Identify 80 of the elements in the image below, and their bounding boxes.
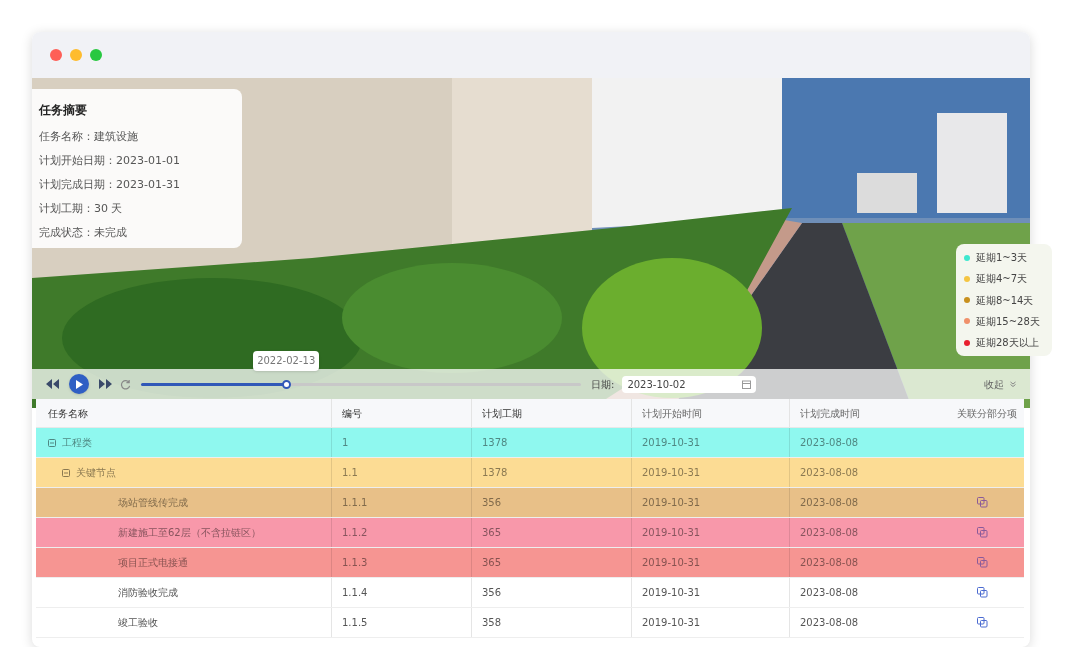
chevron-icon [1010,381,1016,387]
cell-text: 2023-08-08 [800,526,859,540]
column-header: 计划开始时间 [632,399,790,427]
cell-text: 2019-10-31 [642,496,701,510]
play-button[interactable] [69,374,89,394]
table-row[interactable]: 竣工验收 1.1.5 358 2019-10-31 2023-08-08 [36,608,1024,638]
link-icon[interactable] [976,617,988,628]
cell-text: 365 [482,526,502,540]
link-icon[interactable] [976,497,988,508]
collapse-icon[interactable] [48,438,56,447]
cell-text: 关键节点 [76,466,116,480]
summary-line: 计划工期：30 天 [39,201,124,217]
cell-text: 2019-10-31 [642,616,701,630]
cell-text: 2019-10-31 [642,436,701,450]
table-row[interactable]: 场站管线传完成 1.1.1 356 2019-10-31 2023-08-08 [36,488,1024,518]
column-header: 计划工期 [472,399,632,427]
cell-text: 1.1.1 [342,496,368,510]
summary-line: 计划开始日期：2023-01-01 [39,153,181,169]
cell-text: 1378 [482,436,508,450]
column-header: 关联分部分项 [956,406,1018,421]
cell-text: 场站管线传完成 [118,496,188,510]
cell-text: 2023-08-08 [800,466,859,480]
legend-label: 延期4~7天 [976,272,1028,287]
date-field[interactable]: 2023-10-02 [622,375,757,393]
legend-label: 延期8~14天 [976,293,1034,308]
table-row[interactable]: 消防验收完成 1.1.4 356 2019-10-31 2023-08-08 [36,578,1024,608]
rewind-icon[interactable] [46,379,59,389]
cell-text: 356 [482,586,502,600]
fast-forward-icon[interactable] [99,379,112,389]
cell-text: 2019-10-31 [642,526,701,540]
date-label: 日期: [591,377,615,392]
date-tooltip: 2022-02-13 [253,350,320,371]
legend-label: 延期1~3天 [976,251,1028,265]
table-row[interactable]: 新建施工至62层（不含拉链区） 1.1.2 365 2019-10-31 2023-08-08 [36,518,1024,548]
summary-title: 任务摘要 [39,102,88,119]
cell-text: 1378 [482,466,508,480]
table-row[interactable]: 关键节点 1.1 1378 2019-10-31 2023-08-08 [36,458,1024,488]
cell-text: 2023-08-08 [800,586,859,600]
column-header: 任务名称 [36,399,332,427]
cell-text: 1.1 [342,466,358,480]
cell-text: 1.1.4 [342,586,368,600]
summary-line: 任务名称：建筑设施 [39,129,139,145]
legend-label: 延期15~28天 [976,314,1040,329]
table-row[interactable]: 工程类 1 1378 2019-10-31 2023-08-08 [36,428,1024,458]
cell-text: 2023-08-08 [800,616,859,630]
cell-text: 1.1.5 [342,616,368,630]
cell-text: 1 [342,436,349,450]
calendar-icon [742,379,752,389]
refresh-icon[interactable] [120,378,131,390]
cell-text: 1.1.3 [342,556,368,570]
cell-text: 竣工验收 [118,616,158,630]
timeline-handle[interactable] [282,379,292,389]
column-header: 编号 [332,399,472,427]
cell-text: 356 [482,496,502,510]
play-icon [75,379,83,389]
cell-text: 2019-10-31 [642,556,701,570]
cell-text: 2023-08-08 [800,556,859,570]
cell-text: 358 [482,616,502,630]
cell-text: 新建施工至62层（不含拉链区） [118,526,261,540]
cell-text: 2019-10-31 [642,466,701,480]
collapse-icon[interactable] [62,468,70,477]
link-icon[interactable] [976,557,988,568]
collapse-button[interactable]: 收起 [984,376,1016,392]
link-icon[interactable] [976,527,988,538]
cell-text: 365 [482,556,502,570]
maximize-button[interactable] [90,49,102,61]
cell-text: 2019-10-31 [642,586,701,600]
cell-text: 2023-08-08 [800,496,859,510]
link-icon[interactable] [976,587,988,598]
cell-text: 项目正式电接通 [118,556,188,570]
cell-text: 消防验收完成 [118,586,178,600]
summary-line: 计划完成日期：2023-01-31 [39,177,181,193]
table-row[interactable]: 项目正式电接通 1.1.3 365 2019-10-31 2023-08-08 [36,548,1024,578]
column-header: 计划完成时间 [799,406,861,421]
close-button[interactable] [50,49,62,61]
cell-text: 工程类 [62,436,92,450]
legend-label: 延期28天以上 [976,336,1039,350]
cell-text: 2023-08-08 [800,436,859,450]
cell-text: 1.1.2 [342,526,368,540]
summary-line: 完成状态：未完成 [39,225,128,241]
